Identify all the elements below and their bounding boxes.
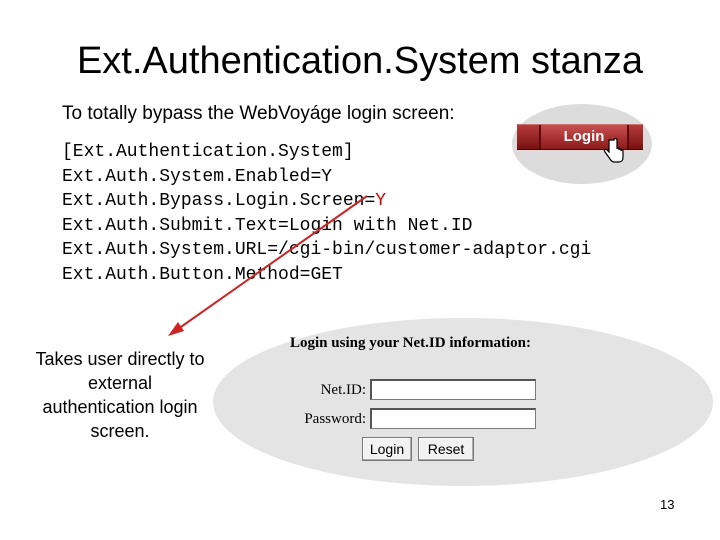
red-arrow-icon <box>168 195 368 336</box>
page-number: 13 <box>660 497 675 512</box>
